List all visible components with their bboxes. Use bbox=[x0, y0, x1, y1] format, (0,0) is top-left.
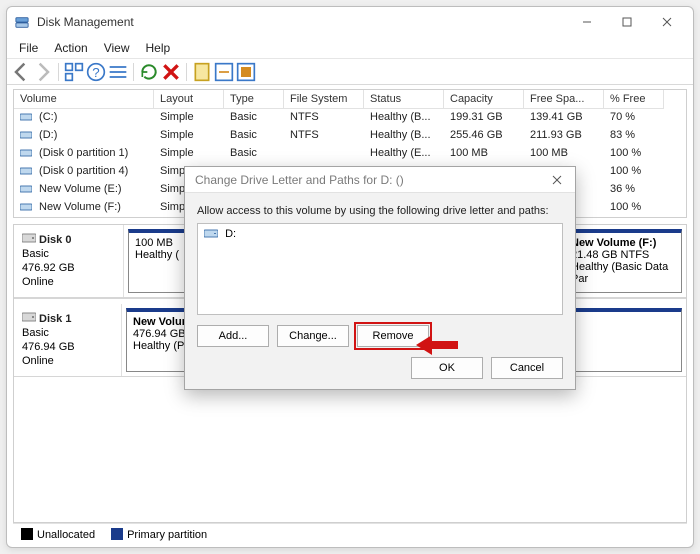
legend: Unallocated Primary partition bbox=[13, 523, 687, 545]
partition-title: New Volume (F:) bbox=[571, 237, 675, 249]
partition-status: Healthy (Basic Data Par bbox=[571, 261, 675, 285]
legend-unallocated: Unallocated bbox=[21, 528, 95, 541]
col-status[interactable]: Status bbox=[364, 90, 444, 109]
cell-fs: NTFS bbox=[284, 127, 364, 145]
cell-type: Basic bbox=[224, 145, 284, 163]
cell-pct: 100 % bbox=[604, 199, 664, 217]
cell-status: Healthy (B... bbox=[364, 109, 444, 127]
disk-status: Online bbox=[22, 275, 115, 289]
menu-action[interactable]: Action bbox=[46, 39, 95, 57]
cell-layout: Simple bbox=[154, 145, 224, 163]
titlebar: Disk Management bbox=[7, 7, 693, 37]
menubar: File Action View Help bbox=[7, 37, 693, 59]
cell-fs: NTFS bbox=[284, 109, 364, 127]
col-fs[interactable]: File System bbox=[284, 90, 364, 109]
partition-size: 21.48 GB NTFS bbox=[571, 249, 675, 261]
cell-fs bbox=[284, 145, 364, 163]
cell-volume: (Disk 0 partition 4) bbox=[14, 163, 154, 181]
cancel-button[interactable]: Cancel bbox=[491, 357, 563, 379]
dialog-close-button[interactable] bbox=[545, 170, 569, 190]
volume-row[interactable]: (D:)SimpleBasicNTFSHealthy (B...255.46 G… bbox=[14, 127, 686, 145]
volume-list-header: Volume Layout Type File System Status Ca… bbox=[14, 90, 686, 109]
change-drive-letter-dialog: Change Drive Letter and Paths for D: () … bbox=[184, 166, 576, 390]
disk-size: 476.94 GB bbox=[22, 340, 113, 354]
dialog-description: Allow access to this volume by using the… bbox=[197, 205, 563, 217]
drive-icon bbox=[204, 228, 218, 239]
cell-volume: (C:) bbox=[14, 109, 154, 127]
add-button[interactable]: Add... bbox=[197, 325, 269, 347]
cell-capacity: 255.46 GB bbox=[444, 127, 524, 145]
cell-status: Healthy (E... bbox=[364, 145, 444, 163]
highlight-arrow-icon bbox=[416, 333, 458, 360]
cell-pct: 100 % bbox=[604, 145, 664, 163]
cell-volume: New Volume (F:) bbox=[14, 199, 154, 217]
legend-primary: Primary partition bbox=[111, 528, 207, 541]
back-icon[interactable] bbox=[11, 62, 31, 82]
cell-volume: (Disk 0 partition 1) bbox=[14, 145, 154, 163]
window-title: Disk Management bbox=[37, 15, 134, 29]
dialog-title: Change Drive Letter and Paths for D: () bbox=[195, 173, 404, 187]
refresh-icon[interactable] bbox=[139, 62, 159, 82]
cell-layout: Simple bbox=[154, 127, 224, 145]
cell-free: 211.93 GB bbox=[524, 127, 604, 145]
partition[interactable]: 100 MBHealthy ( bbox=[128, 229, 188, 293]
cell-pct: 36 % bbox=[604, 181, 664, 199]
cell-free: 139.41 GB bbox=[524, 109, 604, 127]
col-type[interactable]: Type bbox=[224, 90, 284, 109]
volume-row[interactable]: (C:)SimpleBasicNTFSHealthy (B...199.31 G… bbox=[14, 109, 686, 127]
volume-row[interactable]: (Disk 0 partition 1)SimpleBasic Healthy (… bbox=[14, 145, 686, 163]
disk-label[interactable]: Disk 1Basic476.94 GBOnline bbox=[14, 304, 122, 376]
col-capacity[interactable]: Capacity bbox=[444, 90, 524, 109]
cell-type: Basic bbox=[224, 127, 284, 145]
cell-pct: 100 % bbox=[604, 163, 664, 181]
partition-size: 100 MB bbox=[135, 237, 181, 249]
disk-label[interactable]: Disk 0Basic476.92 GBOnline bbox=[14, 225, 124, 297]
disk-type: Basic bbox=[22, 326, 113, 340]
tree-icon[interactable] bbox=[64, 62, 84, 82]
svg-text:?: ? bbox=[92, 65, 99, 80]
maximize-button[interactable] bbox=[607, 8, 647, 36]
cell-volume: (D:) bbox=[14, 127, 154, 145]
toolbar: ? bbox=[7, 59, 693, 85]
partition[interactable]: New Volume (F:)21.48 GB NTFSHealthy (Bas… bbox=[564, 229, 682, 293]
col-pctfree[interactable]: % Free bbox=[604, 90, 664, 109]
drive-path-label: D: bbox=[225, 228, 236, 240]
action-icon[interactable] bbox=[214, 62, 234, 82]
forward-icon[interactable] bbox=[33, 62, 53, 82]
col-layout[interactable]: Layout bbox=[154, 90, 224, 109]
properties-icon[interactable] bbox=[192, 62, 212, 82]
partition-status: Healthy ( bbox=[135, 249, 181, 261]
close-button[interactable] bbox=[647, 8, 687, 36]
disk-status: Online bbox=[22, 354, 113, 368]
change-button[interactable]: Change... bbox=[277, 325, 349, 347]
menu-view[interactable]: View bbox=[96, 39, 138, 57]
cell-pct: 70 % bbox=[604, 109, 664, 127]
menu-file[interactable]: File bbox=[11, 39, 46, 57]
col-volume[interactable]: Volume bbox=[14, 90, 154, 109]
disk-type: Basic bbox=[22, 247, 115, 261]
help-icon[interactable]: ? bbox=[86, 62, 106, 82]
cell-type: Basic bbox=[224, 109, 284, 127]
list-icon[interactable] bbox=[108, 62, 128, 82]
menu-help[interactable]: Help bbox=[138, 39, 179, 57]
cell-layout: Simple bbox=[154, 109, 224, 127]
minimize-button[interactable] bbox=[567, 8, 607, 36]
dialog-titlebar: Change Drive Letter and Paths for D: () bbox=[185, 167, 575, 193]
disk-size: 476.92 GB bbox=[22, 261, 115, 275]
cell-status: Healthy (B... bbox=[364, 127, 444, 145]
view-icon[interactable] bbox=[236, 62, 256, 82]
delete-icon[interactable] bbox=[161, 62, 181, 82]
col-freespace[interactable]: Free Spa... bbox=[524, 90, 604, 109]
app-icon bbox=[15, 15, 29, 29]
drive-paths-list[interactable]: D: bbox=[197, 223, 563, 315]
cell-capacity: 199.31 GB bbox=[444, 109, 524, 127]
disk-icon bbox=[22, 234, 36, 246]
disk-icon bbox=[22, 313, 36, 325]
cell-capacity: 100 MB bbox=[444, 145, 524, 163]
drive-path-entry[interactable]: D: bbox=[204, 228, 556, 240]
cell-pct: 83 % bbox=[604, 127, 664, 145]
cell-volume: New Volume (E:) bbox=[14, 181, 154, 199]
cell-free: 100 MB bbox=[524, 145, 604, 163]
ok-button[interactable]: OK bbox=[411, 357, 483, 379]
